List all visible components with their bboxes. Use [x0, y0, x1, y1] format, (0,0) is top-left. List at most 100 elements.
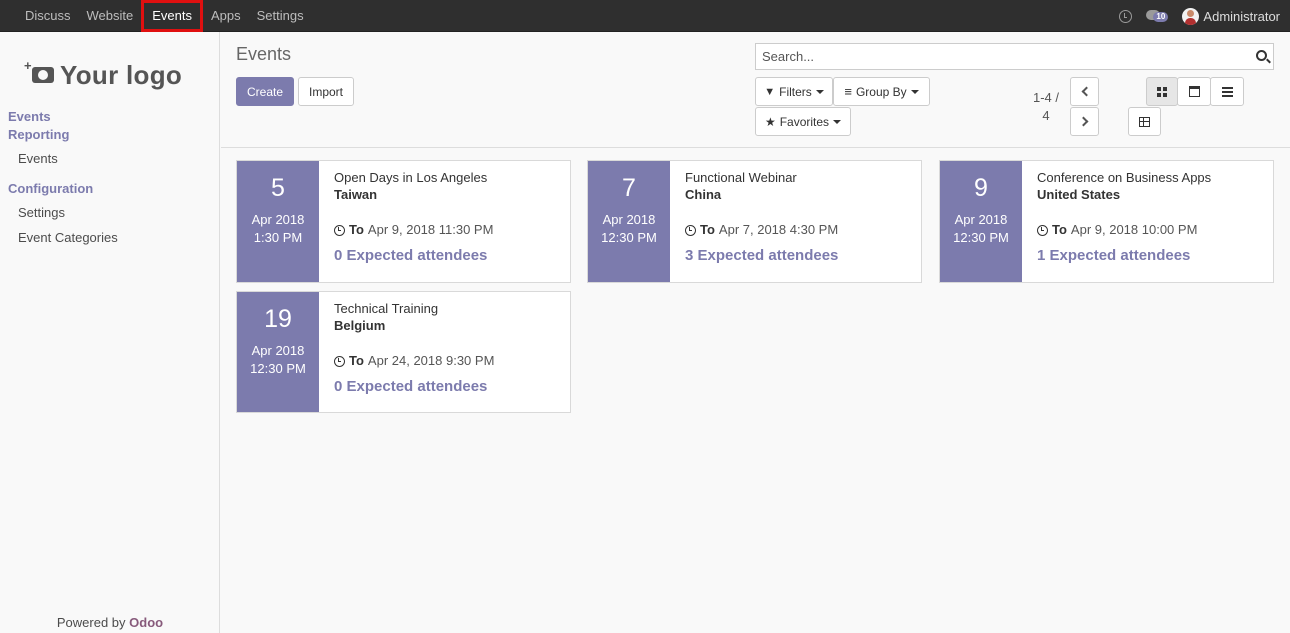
chevron-left-icon	[1081, 86, 1091, 97]
pager-value[interactable]: 1-4 / 4	[1030, 89, 1062, 125]
event-card[interactable]: 5 Apr 2018 1:30 PM Open Days in Los Ange…	[236, 160, 571, 283]
caret-down-icon	[833, 119, 842, 124]
event-end: To Apr 24, 2018 9:30 PM	[334, 353, 564, 369]
event-card[interactable]: 19 Apr 2018 12:30 PM Technical Training …	[236, 291, 571, 413]
to-label: To	[700, 222, 715, 237]
search-icon[interactable]	[1256, 50, 1267, 61]
event-country: Belgium	[334, 318, 386, 333]
event-end: To Apr 9, 2018 11:30 PM	[334, 222, 564, 238]
event-name: Conference on Business Apps	[1037, 170, 1212, 185]
expected-attendees[interactable]: 0 Expected attendees	[334, 247, 564, 264]
pager-next-button[interactable]	[1070, 107, 1099, 136]
event-info: Conference on Business Apps United State…	[1037, 169, 1267, 264]
group-by-label: Group By	[855, 84, 907, 99]
create-button[interactable]: Create	[236, 77, 294, 106]
event-card[interactable]: 7 Apr 2018 12:30 PM Functional Webinar C…	[587, 160, 922, 283]
group-by-dropdown[interactable]: ≡ Group By	[833, 77, 930, 106]
import-button[interactable]: Import	[298, 77, 354, 106]
event-end: To Apr 7, 2018 4:30 PM	[685, 222, 915, 238]
expected-attendees[interactable]: 0 Expected attendees	[334, 378, 564, 395]
sidebar-item-settings[interactable]: Settings	[18, 205, 65, 220]
messages-chat-icon[interactable]: 10	[1146, 9, 1169, 23]
sidebar-section-reporting[interactable]: Reporting	[8, 127, 69, 142]
event-date-block: 5 Apr 2018 1:30 PM	[237, 161, 319, 282]
favorites-dropdown[interactable]: ★ Favorites	[755, 107, 851, 136]
company-logo[interactable]: Your logo	[22, 50, 198, 100]
filters-dropdown[interactable]: ▼ Filters	[755, 77, 833, 106]
event-name: Open Days in Los Angeles	[334, 170, 488, 185]
event-month-year: Apr 2018	[251, 212, 305, 227]
event-end-date: Apr 9, 2018 10:00 PM	[1070, 222, 1198, 237]
event-day: 7	[622, 174, 636, 202]
event-date-block: 7 Apr 2018 12:30 PM	[588, 161, 670, 282]
to-label: To	[349, 353, 364, 368]
menu-discuss[interactable]: Discuss	[17, 0, 79, 32]
app-menu: Discuss Website Events Apps Settings	[17, 0, 312, 32]
powered-by: Powered by Odoo	[0, 615, 220, 630]
menu-website[interactable]: Website	[79, 0, 142, 32]
favorites-label: Favorites	[779, 114, 830, 129]
event-date-block: 19 Apr 2018 12:30 PM	[237, 292, 319, 412]
caret-down-icon	[910, 89, 919, 94]
event-time: 12:30 PM	[250, 361, 306, 376]
search-input[interactable]	[756, 44, 1236, 69]
search-bar	[755, 43, 1274, 70]
sidebar-section-configuration[interactable]: Configuration	[8, 181, 93, 196]
user-menu[interactable]: Administrator	[1182, 7, 1280, 25]
event-info: Functional Webinar China To Apr 7, 2018 …	[685, 169, 915, 264]
odoo-link[interactable]: Odoo	[129, 615, 163, 630]
event-country: United States	[1037, 187, 1121, 202]
expected-attendees[interactable]: 3 Expected attendees	[685, 247, 915, 264]
event-month-year: Apr 2018	[954, 212, 1008, 227]
event-day: 5	[271, 174, 285, 202]
avatar	[1182, 7, 1200, 25]
menu-apps[interactable]: Apps	[203, 0, 249, 32]
event-day: 19	[264, 305, 292, 333]
clock-icon	[334, 224, 345, 236]
calendar-view-button[interactable]	[1177, 77, 1211, 106]
event-end-date: Apr 24, 2018 9:30 PM	[367, 353, 495, 368]
event-name: Technical Training	[334, 301, 439, 316]
filters-label: Filters	[779, 84, 812, 99]
event-time: 1:30 PM	[253, 230, 303, 245]
group-by-icon: ≡	[844, 84, 852, 99]
pivot-view-button[interactable]	[1128, 107, 1161, 136]
event-name: Functional Webinar	[685, 170, 797, 185]
sidebar-item-reporting-events[interactable]: Events	[18, 151, 58, 166]
menu-events[interactable]: Events	[141, 0, 203, 32]
activity-clock-icon[interactable]	[1119, 9, 1133, 23]
logo-text: Your logo	[60, 59, 183, 90]
event-time: 12:30 PM	[953, 230, 1009, 245]
event-month-year: Apr 2018	[251, 343, 305, 358]
clock-icon	[1037, 224, 1048, 236]
event-month-year: Apr 2018	[602, 212, 656, 227]
message-count-badge: 10	[1153, 12, 1169, 22]
pager-previous-button[interactable]	[1070, 77, 1099, 106]
event-country: Taiwan	[334, 187, 378, 202]
filter-icon: ▼	[764, 85, 776, 98]
calendar-view-icon	[1188, 86, 1200, 97]
sidebar-item-event-categories[interactable]: Event Categories	[18, 230, 118, 245]
menu-settings[interactable]: Settings	[249, 0, 312, 32]
pager-range: 1-4 /	[1032, 90, 1059, 105]
pager-total: 4	[1042, 108, 1050, 123]
kanban-view-button[interactable]	[1146, 77, 1178, 106]
to-label: To	[1052, 222, 1067, 237]
sidebar-section-events[interactable]: Events	[8, 109, 51, 124]
user-name: Administrator	[1203, 8, 1280, 24]
sidebar: Your logo Events Reporting Events Config…	[0, 32, 220, 633]
camera-icon	[24, 58, 54, 83]
powered-by-label: Powered by	[56, 615, 126, 630]
list-view-button[interactable]	[1210, 77, 1244, 106]
systray: 10 Administrator	[1119, 0, 1280, 32]
event-card[interactable]: 9 Apr 2018 12:30 PM Conference on Busine…	[939, 160, 1274, 283]
event-info: Technical Training Belgium To Apr 24, 20…	[334, 300, 564, 395]
top-navbar: Discuss Website Events Apps Settings 10 …	[0, 0, 1290, 32]
expected-attendees[interactable]: 1 Expected attendees	[1037, 247, 1267, 264]
event-date-block: 9 Apr 2018 12:30 PM	[940, 161, 1022, 282]
page-title: Events	[236, 44, 292, 64]
caret-down-icon	[815, 89, 824, 94]
star-icon: ★	[764, 114, 776, 129]
clock-icon	[685, 224, 696, 236]
event-end-date: Apr 7, 2018 4:30 PM	[718, 222, 839, 237]
